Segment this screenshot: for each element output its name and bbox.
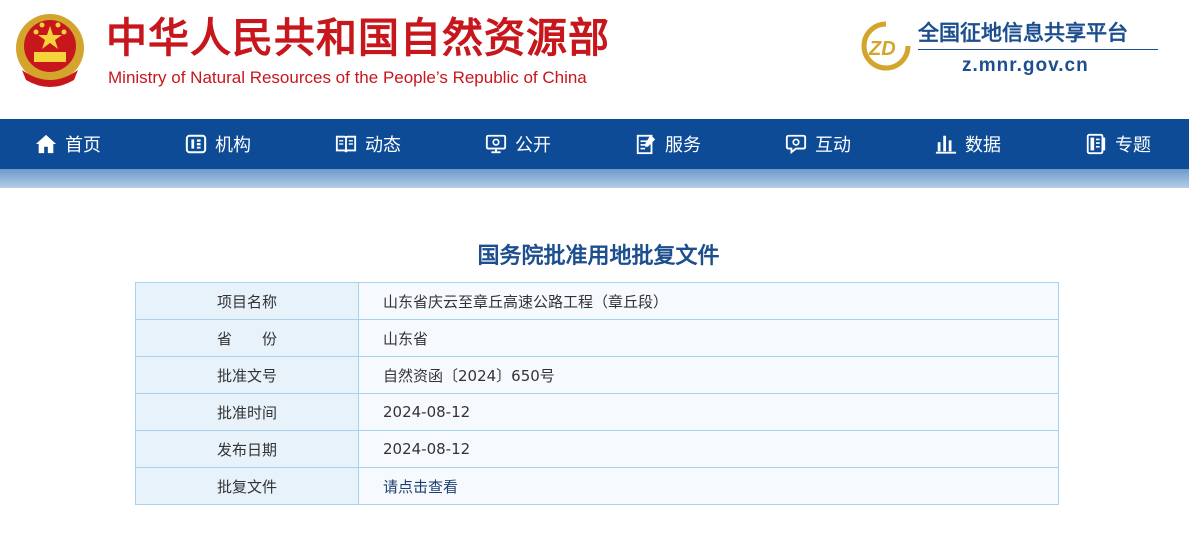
nav-item-organization[interactable]: 机构 — [185, 119, 251, 169]
view-document-link[interactable]: 请点击查看 — [383, 478, 458, 496]
nav-shadow-bar — [0, 169, 1189, 188]
approval-info-table: 项目名称 山东省庆云至章丘高速公路工程（章丘段） 省 份 山东省 批准文号 自然… — [135, 282, 1059, 505]
platform-divider — [918, 49, 1158, 50]
table-row: 发布日期 2024-08-12 — [135, 430, 1059, 468]
bar-chart-icon — [935, 135, 957, 154]
row-value: 请点击查看 — [358, 467, 1059, 505]
row-value: 2024-08-12 — [358, 393, 1059, 431]
row-label: 项目名称 — [135, 282, 359, 320]
edit-document-icon — [636, 134, 656, 155]
table-row: 项目名称 山东省庆云至章丘高速公路工程（章丘段） — [135, 282, 1059, 320]
nav-item-home[interactable]: 首页 — [35, 119, 101, 169]
nav-item-label: 机构 — [215, 135, 251, 156]
nav-item-news[interactable]: 动态 — [335, 119, 401, 169]
table-row: 省 份 山东省 — [135, 319, 1059, 357]
table-row: 批准时间 2024-08-12 — [135, 393, 1059, 431]
nav-item-label: 首页 — [65, 135, 101, 156]
nav-item-interact[interactable]: 互动 — [785, 119, 851, 169]
row-value: 山东省 — [358, 319, 1059, 357]
zd-logo-icon[interactable]: ZD — [860, 20, 912, 72]
main-nav: 首页 机构 动态 公开 服务 互动 数据 专题 — [0, 119, 1189, 169]
home-icon — [35, 134, 57, 154]
nav-item-label: 服务 — [665, 135, 701, 156]
platform-url[interactable]: z.mnr.gov.cn — [962, 55, 1089, 77]
nav-item-label: 数据 — [965, 135, 1001, 156]
book-icon — [335, 135, 357, 153]
platform-name[interactable]: 全国征地信息共享平台 — [918, 17, 1128, 47]
national-emblem-icon[interactable] — [12, 10, 88, 90]
row-label: 省 份 — [135, 319, 359, 357]
table-row: 批准文号 自然资函〔2024〕650号 — [135, 356, 1059, 394]
row-value: 自然资函〔2024〕650号 — [358, 356, 1059, 394]
chat-icon — [785, 134, 807, 155]
folder-icon — [1086, 133, 1106, 155]
nav-item-label: 专题 — [1115, 135, 1151, 156]
nav-item-service[interactable]: 服务 — [635, 119, 701, 169]
nav-item-data[interactable]: 数据 — [935, 119, 1001, 169]
row-label: 批准文号 — [135, 356, 359, 394]
nav-item-topics[interactable]: 专题 — [1085, 119, 1151, 169]
row-label: 批准时间 — [135, 393, 359, 431]
row-value: 山东省庆云至章丘高速公路工程（章丘段） — [358, 282, 1059, 320]
nav-item-label: 动态 — [365, 135, 401, 156]
row-label: 批复文件 — [135, 467, 359, 505]
nav-item-label: 互动 — [815, 135, 851, 156]
table-row: 批复文件 请点击查看 — [135, 467, 1059, 505]
organization-icon — [185, 134, 207, 154]
site-title-cn: 中华人民共和国自然资源部 — [106, 14, 610, 62]
zd-logo-text: ZD — [868, 38, 896, 60]
site-title-en: Ministry of Natural Resources of the Peo… — [108, 68, 587, 87]
row-value: 2024-08-12 — [358, 430, 1059, 468]
row-label: 发布日期 — [135, 430, 359, 468]
nav-item-public[interactable]: 公开 — [485, 119, 551, 169]
site-header: 中华人民共和国自然资源部 Ministry of Natural Resourc… — [0, 0, 1189, 119]
page-title: 国务院批准用地批复文件 — [477, 244, 720, 269]
nav-item-label: 公开 — [515, 135, 551, 156]
monitor-icon — [485, 134, 507, 154]
